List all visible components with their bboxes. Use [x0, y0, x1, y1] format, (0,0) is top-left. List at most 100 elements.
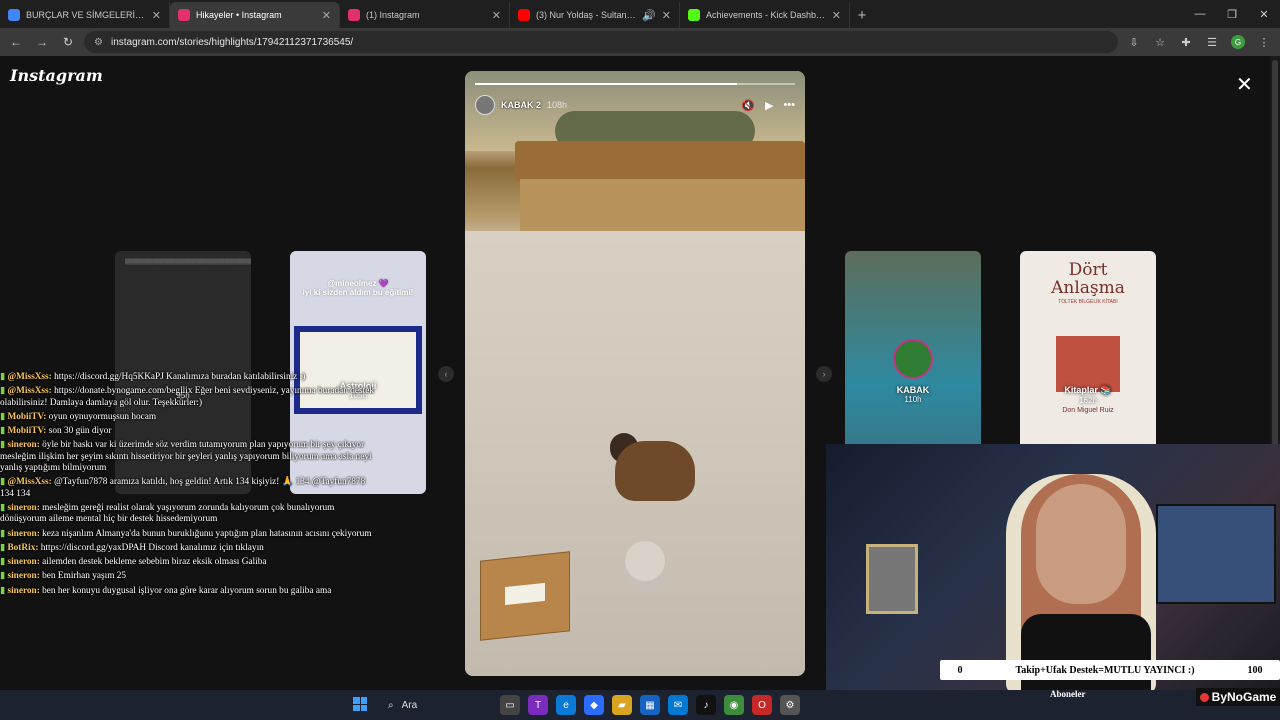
close-tab-icon[interactable]: ✕	[152, 9, 161, 22]
tiktok-icon[interactable]: ♪	[696, 695, 716, 715]
chat-message: ▮ sineron: keza nişanlım Almanya'da bunu…	[0, 528, 372, 539]
story-preview-name: KABAK	[896, 385, 930, 395]
menu-kebab-icon[interactable]: ⋮	[1254, 32, 1274, 52]
chrome-icon[interactable]: ◉	[724, 695, 744, 715]
tab-title: Achievements - Kick Dashboard	[706, 10, 826, 20]
kick-favicon-icon	[688, 9, 700, 21]
chat-text: ben her konuyu duygusal işliyor ona göre…	[42, 585, 332, 596]
site-info-icon[interactable]: ⚙	[94, 37, 103, 48]
chat-text: oyun oynuyormuşsun hocam	[48, 411, 157, 422]
next-story-chevron-icon[interactable]: ›	[816, 366, 832, 382]
main-story[interactable]: KABAK 2 108h 🔇 ▶ •••	[465, 71, 805, 676]
back-arrow-icon[interactable]: ←	[6, 32, 26, 52]
windows-start-icon[interactable]	[353, 697, 367, 711]
portrait-frame-image	[866, 544, 918, 614]
instagram-logo[interactable]: Instagram	[10, 66, 103, 85]
more-options-icon[interactable]: •••	[783, 99, 795, 112]
chat-message: ▮ @MissXss: @Tayfun7878 aramıza katıldı,…	[0, 477, 366, 499]
close-tab-icon[interactable]: ✕	[322, 9, 331, 22]
reload-icon[interactable]: ↻	[58, 32, 78, 52]
tab-instagram-stories[interactable]: Hikayeler • Instagram ✕	[170, 2, 340, 28]
tab-title: (3) Nur Yoldaş - Sultan-ı Yeg	[536, 10, 636, 20]
close-tab-icon[interactable]: ✕	[832, 9, 841, 22]
profile-initial: G	[1231, 35, 1245, 49]
tab-instagram[interactable]: (1) Instagram ✕	[340, 2, 510, 28]
chat-user: @MissXss:	[7, 477, 52, 488]
mail-icon[interactable]: ✉	[668, 695, 688, 715]
browser-tab-bar: BURÇLAR VE SİMGELERİ - Goog ✕ Hikayeler …	[0, 0, 1280, 28]
chat-text: @Tayfun7878 aramıza katıldı, hoş geldin!…	[0, 477, 366, 499]
address-bar[interactable]: ⚙ instagram.com/stories/highlights/17942…	[84, 31, 1118, 53]
chat-user: sineron:	[7, 557, 40, 568]
new-tab-button[interactable]: +	[850, 2, 874, 28]
app-icon[interactable]: T	[528, 695, 548, 715]
book-title: Dört Anlaşma	[1051, 260, 1125, 298]
chat-text: son 30 gün diyor	[48, 426, 112, 437]
chat-message: ▮ sineron: mesleğim gereği realist olara…	[0, 502, 335, 525]
chat-message: ▮ sineron: ailemden destek bekleme sebeb…	[0, 557, 267, 568]
chat-text: öyle bir baskı var ki üzerimde söz verdi…	[0, 440, 372, 474]
chat-message: ▮ sineron: ben her konuyu duygusal işliy…	[0, 585, 332, 596]
close-stories-button[interactable]: ✕	[1236, 72, 1253, 97]
forward-arrow-icon[interactable]: →	[32, 32, 52, 52]
goal-text: Takip+Ufak Destek=MUTLU YAYINCI :)	[1015, 664, 1195, 676]
chat-message: ▮ sineron: ben Emirhan yaşım 25	[0, 571, 127, 582]
window-controls: — ❐ ✕	[1184, 0, 1280, 28]
opera-icon[interactable]: O	[752, 695, 772, 715]
avatar[interactable]	[475, 95, 495, 115]
close-window-icon[interactable]: ✕	[1248, 0, 1280, 28]
file-explorer-icon[interactable]: ▰	[612, 695, 632, 715]
edge-browser-icon[interactable]: e	[556, 695, 576, 715]
steam-icon[interactable]: ⚙	[780, 695, 800, 715]
chat-user: sineron:	[7, 502, 40, 513]
tab-youtube[interactable]: (3) Nur Yoldaş - Sultan-ı Yeg 🔊 ✕	[510, 2, 680, 28]
play-icon[interactable]: ▶	[765, 99, 773, 112]
chat-message: ▮ MobiiTV: oyun oynuyormuşsun hocam	[0, 411, 157, 422]
story-username[interactable]: KABAK 2	[501, 100, 541, 110]
chat-message: ▮ @MissXss: https://donate.bynogame.com/…	[0, 386, 374, 408]
mute-icon[interactable]: 🔇	[741, 99, 755, 112]
profile-avatar[interactable]: G	[1228, 32, 1248, 52]
task-view-icon[interactable]: ▭	[500, 695, 520, 715]
restore-icon[interactable]: ❐	[1216, 0, 1248, 28]
minimize-icon[interactable]: —	[1184, 0, 1216, 28]
chat-user: @MissXss:	[7, 386, 52, 397]
search-icon: ⌕	[388, 699, 394, 711]
chat-text: https://donate.bynogame.com/begllix Eğer…	[0, 386, 374, 408]
reading-list-icon[interactable]: ☰	[1202, 32, 1222, 52]
previous-story-chevron-icon[interactable]: ‹	[438, 366, 454, 382]
story-preview-header: @mineolmez 💜 iyi ki sizden aldım bu eğit…	[302, 279, 414, 297]
google-favicon-icon	[8, 9, 20, 21]
close-tab-icon[interactable]: ✕	[492, 9, 501, 22]
close-tab-icon[interactable]: ✕	[662, 9, 671, 22]
tab-kick[interactable]: Achievements - Kick Dashboard ✕	[680, 2, 850, 28]
subscribers-label: Aboneler	[1050, 689, 1086, 699]
browser-toolbar: ← → ↻ ⚙ instagram.com/stories/highlights…	[0, 28, 1280, 56]
story-preview-name: Kitaplar 📚	[1064, 385, 1112, 395]
taskbar-search[interactable]: ⌕ Ara	[380, 694, 480, 716]
book-subtitle: TOLTEK BİLGELİK KİTABI	[1058, 299, 1118, 305]
bynogame-logo: ByNoGame	[1196, 688, 1280, 706]
monitor-image	[1156, 504, 1276, 604]
chat-user: MobiiTV:	[7, 411, 47, 422]
bookmark-star-icon[interactable]: ☆	[1150, 32, 1170, 52]
tab-title: Hikayeler • Instagram	[196, 10, 282, 20]
chat-user: sineron:	[7, 528, 40, 539]
story-preview-label: KABAK 110h	[845, 385, 981, 404]
url-text: instagram.com/stories/highlights/1794211…	[110, 36, 354, 48]
install-app-icon[interactable]: ⇩	[1124, 32, 1144, 52]
tab-google[interactable]: BURÇLAR VE SİMGELERİ - Goog ✕	[0, 2, 170, 28]
chat-text: keza nişanlım Almanya'da bunun buruklığu…	[42, 528, 372, 539]
book-author: Don Miguel Ruiz	[1062, 407, 1114, 414]
brand-name: ByNoGame	[1211, 690, 1277, 704]
chat-message: ▮ sineron: öyle bir baskı var ki üzerimd…	[0, 440, 372, 474]
stream-chat-overlay: ▮ @MissXss: https://discord.gg/Hq5KKaPJ …	[0, 372, 380, 634]
store-icon[interactable]: ▦	[640, 695, 660, 715]
chat-user: sineron:	[7, 440, 40, 451]
extensions-icon[interactable]: ✚	[1176, 32, 1196, 52]
speaker-icon[interactable]: 🔊	[642, 9, 656, 22]
story-preview-text: ▒▒▒▒▒▒▒▒▒▒▒▒▒▒▒▒▒▒▒▒▒▒▒▒▒▒▒▒▒▒▒▒▒▒▒▒▒▒▒▒…	[125, 259, 251, 265]
app-icon[interactable]: ◆	[584, 695, 604, 715]
youtube-favicon-icon	[518, 9, 530, 21]
taskbar-apps: ▭ T e ◆ ▰ ▦ ✉ ♪ ◉ O ⚙	[500, 695, 800, 715]
